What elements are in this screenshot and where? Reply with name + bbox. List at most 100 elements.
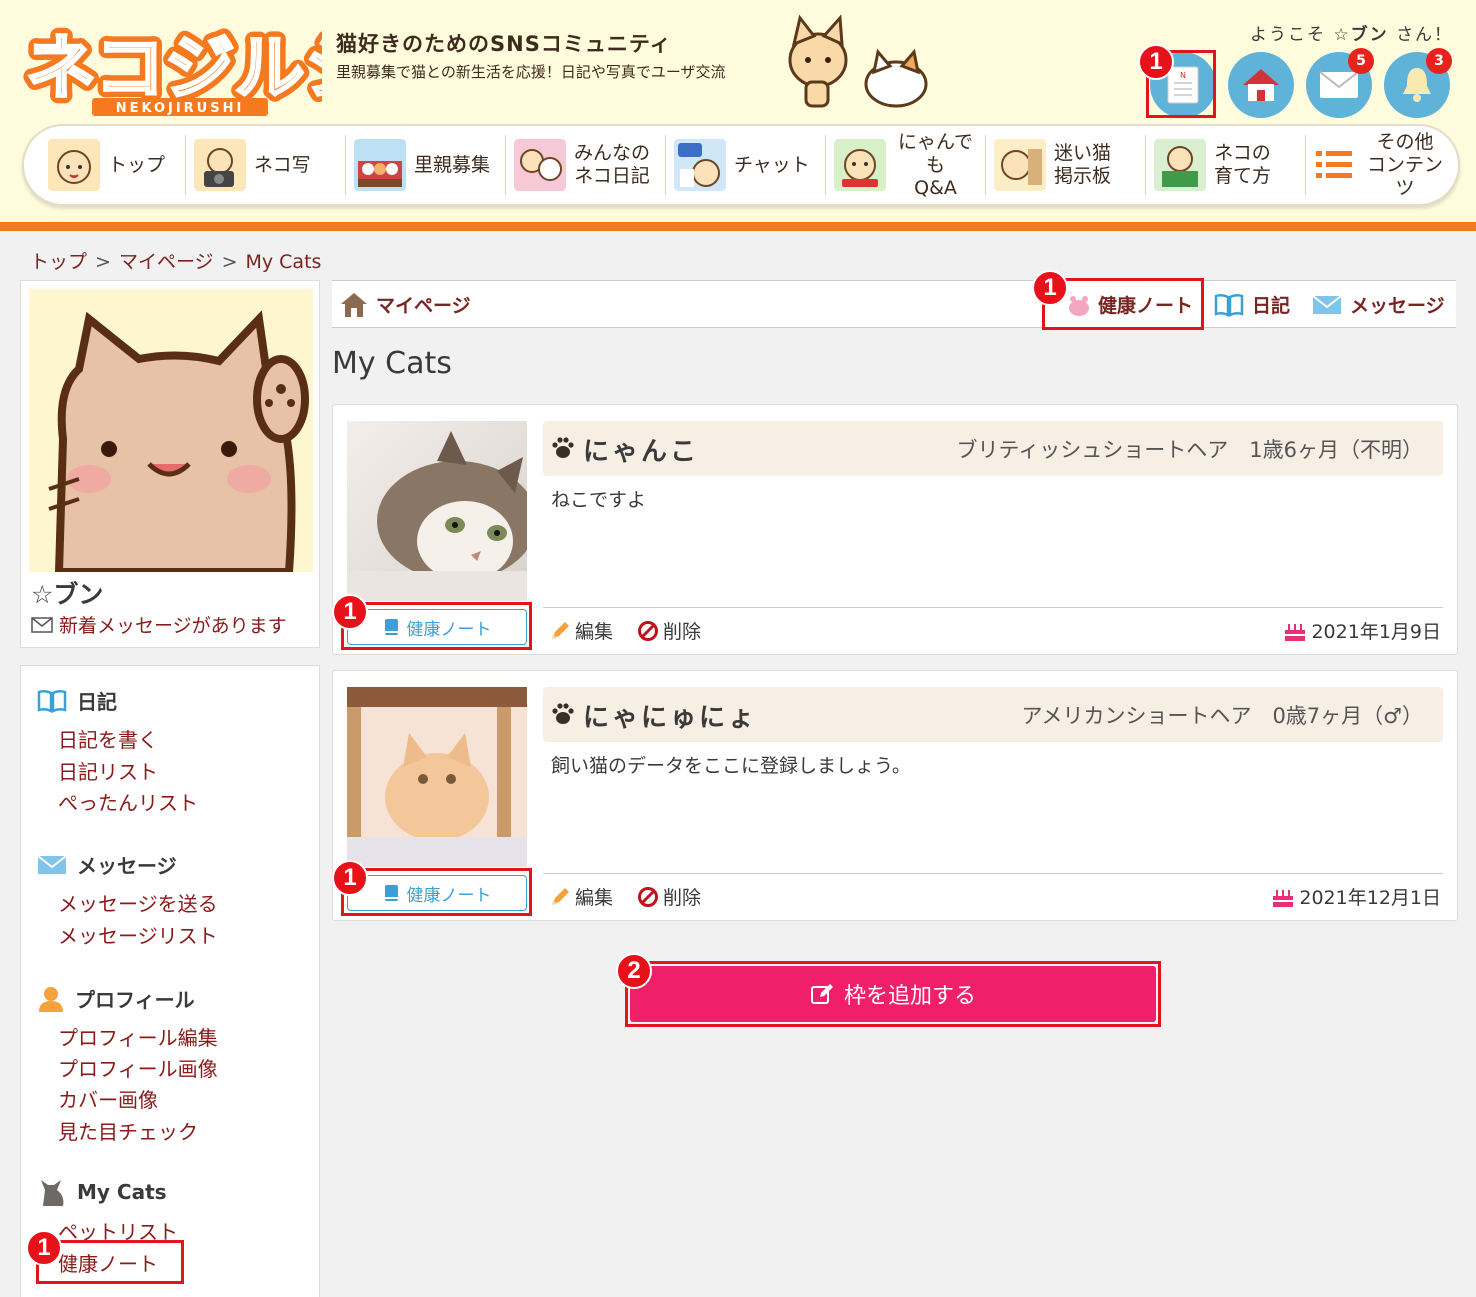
cat-header: にゃにゅにょ アメリカンショートヘア 0歳7ヶ月（♂） — [543, 687, 1443, 742]
nav-diaries[interactable]: みんなの ネコ日記 — [506, 135, 666, 195]
avatar[interactable] — [29, 289, 313, 572]
cat-book-icon — [1154, 139, 1206, 191]
card-divider — [543, 607, 1443, 608]
home-icon — [1243, 69, 1279, 101]
site-header: ネコジルシ ネコジルシ NEKOJIRUSHI 猫好きのためのSNSコミュニティ… — [0, 0, 1476, 222]
bell-icon — [1403, 68, 1431, 102]
cat-top-icon — [48, 139, 100, 191]
sidebar-link-write-diary[interactable]: 日記を書く — [58, 724, 158, 753]
birthday-cake-icon — [1285, 623, 1306, 641]
site-logo[interactable]: ネコジルシ ネコジルシ NEKOJIRUSHI — [22, 14, 322, 118]
pencil-icon — [552, 887, 569, 905]
cat-header: にゃんこ ブリティッシュショートヘア 1歳6ヶ月（不明） — [543, 421, 1443, 476]
notification-badge: 3 — [1426, 48, 1452, 74]
cat-board-icon — [994, 139, 1046, 191]
profile-username: ☆ブン — [31, 580, 104, 609]
new-message-link[interactable]: 新着メッセージがあります — [31, 611, 287, 638]
mail-header-button[interactable]: 5 — [1306, 48, 1374, 118]
breadcrumb-top[interactable]: トップ — [30, 251, 87, 273]
svg-text:NEKOJIRUSHI: NEKOJIRUSHI — [116, 101, 245, 116]
sidebar-link-pettan-list[interactable]: ぺったんリスト — [58, 787, 198, 816]
profile-card: ☆ブン 新着メッセージがあります — [20, 280, 320, 648]
cats-house-icon — [354, 139, 406, 191]
sidebar-heading-profile: プロフィール — [37, 984, 195, 1013]
home-header-button[interactable] — [1228, 52, 1294, 118]
nav-adoption[interactable]: 里親募集 — [346, 135, 506, 195]
sidebar-link-profile-image[interactable]: プロフィール画像 — [58, 1053, 218, 1082]
header-accent-bar — [0, 222, 1476, 231]
sidebar-link-edit-profile[interactable]: プロフィール編集 — [58, 1022, 218, 1051]
sidebar-link-message-list[interactable]: メッセージリスト — [58, 920, 218, 949]
prohibited-icon — [638, 886, 658, 907]
open-book-icon — [37, 689, 67, 713]
svg-text:ネコジルシ: ネコジルシ — [26, 27, 322, 109]
mail-icon — [1312, 294, 1342, 314]
annotation-marker-2: 2 — [616, 953, 652, 989]
nav-top[interactable]: トップ — [40, 135, 186, 195]
tab-mypage[interactable]: マイページ — [340, 291, 471, 318]
cat-breed-age: ブリティッシュショートヘア 1歳6ヶ月（不明） — [956, 438, 1423, 462]
sidebar-link-cover-image[interactable]: カバー画像 — [58, 1084, 158, 1113]
breadcrumb: トップ > マイページ > My Cats — [30, 251, 322, 273]
cat-description: 飼い猫のデータをここに登録しましょう。 — [551, 755, 911, 777]
nav-care-guide[interactable]: ネコの 育て方 — [1146, 135, 1306, 195]
birthday-cake-icon — [1273, 889, 1294, 907]
sidebar-menu: 日記 日記を書く 日記リスト ぺったんリスト メッセージ メッセージを送る メッ… — [20, 665, 320, 1297]
nav-qa[interactable]: にゃんでも Q&A — [826, 131, 986, 199]
birthday: 2021年12月1日 — [1271, 883, 1441, 910]
delete-button[interactable]: 削除 — [637, 617, 701, 644]
paw-icon — [552, 703, 574, 724]
page-title: My Cats — [332, 346, 452, 381]
home-icon — [341, 292, 367, 317]
list-icon — [1316, 151, 1352, 178]
annotation-box-add — [625, 961, 1161, 1027]
cat-photo[interactable] — [347, 687, 527, 867]
nav-other[interactable]: その他 コンテンツ — [1306, 131, 1456, 199]
cat-name: にゃにゅにょ — [583, 703, 758, 733]
annotation-marker-1: 1 — [332, 860, 368, 896]
cat-qa-icon — [834, 139, 886, 191]
card-divider — [543, 873, 1443, 874]
cat-breed-age: アメリカンショートヘア 0歳7ヶ月（♂） — [1021, 704, 1424, 728]
sidebar-heading-diary: 日記 — [37, 686, 117, 715]
sidebar-link-appearance-check[interactable]: 見た目チェック — [58, 1116, 198, 1145]
breadcrumb-current: My Cats — [245, 251, 322, 273]
annotation-box-card2-health — [341, 868, 532, 916]
sidebar-heading-message: メッセージ — [37, 850, 177, 879]
prohibited-icon — [638, 620, 658, 641]
mail-badge: 5 — [1348, 48, 1374, 74]
open-book-icon — [1214, 293, 1244, 317]
sidebar-link-diary-list[interactable]: 日記リスト — [58, 756, 158, 785]
person-icon — [39, 986, 63, 1012]
nav-chat[interactable]: チャット — [666, 135, 826, 195]
cat-name: にゃんこ — [583, 437, 700, 467]
edit-button[interactable]: 編集 — [549, 883, 613, 910]
cat-silhouette-icon — [41, 1180, 64, 1206]
cat-description: ねこですよ — [551, 489, 647, 511]
sidebar-link-send-message[interactable]: メッセージを送る — [58, 888, 218, 917]
mail-icon — [1319, 71, 1359, 98]
birthday: 2021年1月9日 — [1283, 617, 1441, 644]
cat-camera-icon — [194, 139, 246, 191]
tab-diary[interactable]: 日記 — [1214, 291, 1290, 318]
welcome-text: ようこそ ☆ブン さん！ — [1250, 25, 1454, 45]
mail-icon — [37, 854, 67, 874]
annotation-marker-1: 1 — [26, 1230, 62, 1266]
nav-lost-cats[interactable]: 迷い猫 掲示板 — [986, 135, 1146, 195]
envelope-outline-icon — [31, 616, 53, 633]
mypage-tabbar: マイページ 健康ノート 日記 メッセージ — [332, 280, 1456, 328]
annotation-box-card1-health — [341, 602, 532, 650]
annotation-marker-1: 1 — [332, 594, 368, 630]
cat-photo[interactable] — [347, 421, 527, 601]
annotation-marker-1: 1 — [1032, 270, 1068, 306]
annotation-marker-1: 1 — [1138, 44, 1174, 80]
paw-icon — [552, 437, 574, 458]
edit-button[interactable]: 編集 — [549, 617, 613, 644]
delete-button[interactable]: 削除 — [637, 883, 701, 910]
notification-header-button[interactable]: 3 — [1384, 48, 1452, 118]
nav-photos[interactable]: ネコ写 — [186, 135, 346, 195]
tab-message[interactable]: メッセージ — [1312, 291, 1445, 318]
mascot-cats-image — [788, 14, 928, 108]
breadcrumb-mypage[interactable]: マイページ — [119, 251, 214, 273]
cat-chat-icon — [674, 139, 726, 191]
